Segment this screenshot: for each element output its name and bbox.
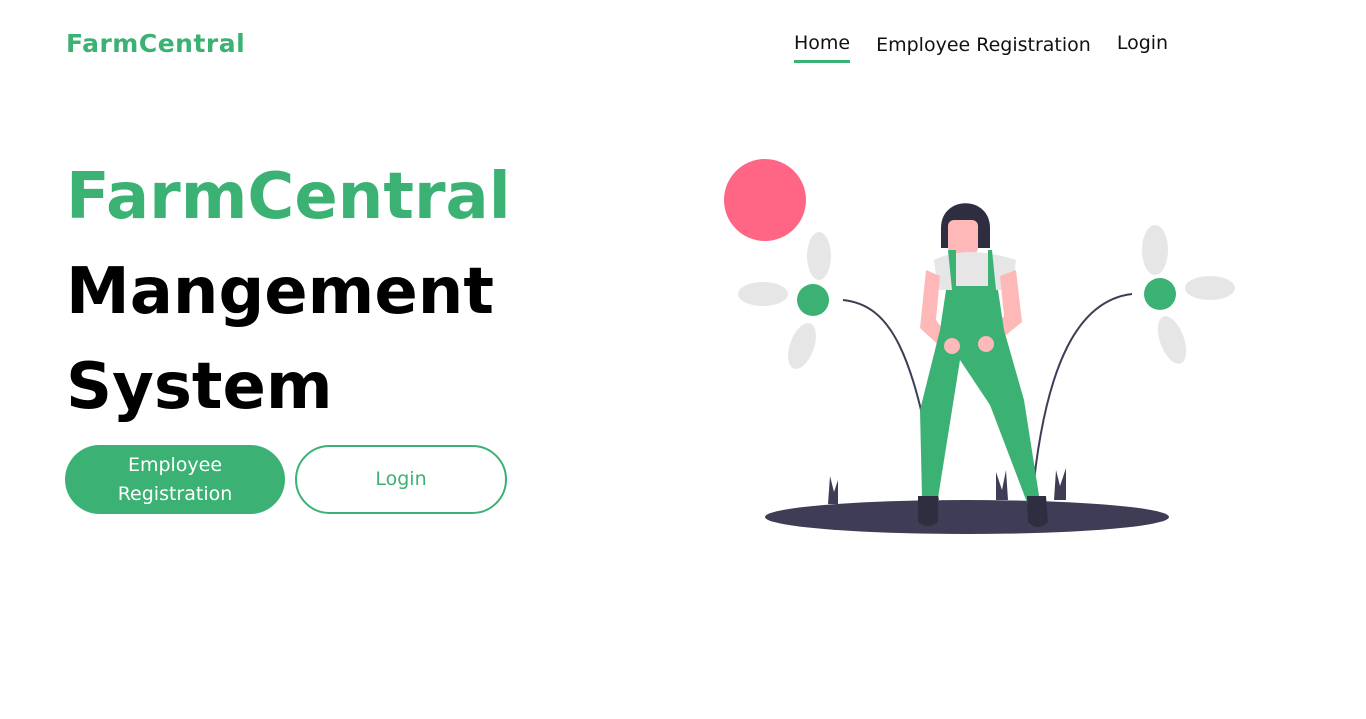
login-button[interactable]: Login <box>295 445 507 514</box>
left-flower-icon <box>738 232 939 501</box>
brand-logo[interactable]: FarmCentral <box>66 28 245 60</box>
nav-home-link[interactable]: Home <box>794 30 851 63</box>
main-nav: Home Employee Registration Login <box>794 30 1168 64</box>
woman-gardening-illustration-icon <box>724 159 1235 534</box>
sun-icon <box>724 159 806 241</box>
employee-registration-button[interactable]: Employee Registration <box>65 445 285 514</box>
right-flower-icon <box>1031 225 1235 501</box>
hero-title-brand: FarmCentral <box>66 160 511 234</box>
hero-title-line2: Mangement <box>66 255 494 329</box>
nav-login-link[interactable]: Login <box>1117 30 1168 62</box>
hero-title: FarmCentral Mangement System <box>66 150 511 435</box>
hero-title-line3: System <box>66 350 333 424</box>
ground-shadow <box>765 500 1169 534</box>
woman-figure <box>918 203 1048 527</box>
nav-employee-registration-link[interactable]: Employee Registration <box>876 32 1091 64</box>
landing-page: FarmCentral Home Employee Registration L… <box>0 0 1366 719</box>
